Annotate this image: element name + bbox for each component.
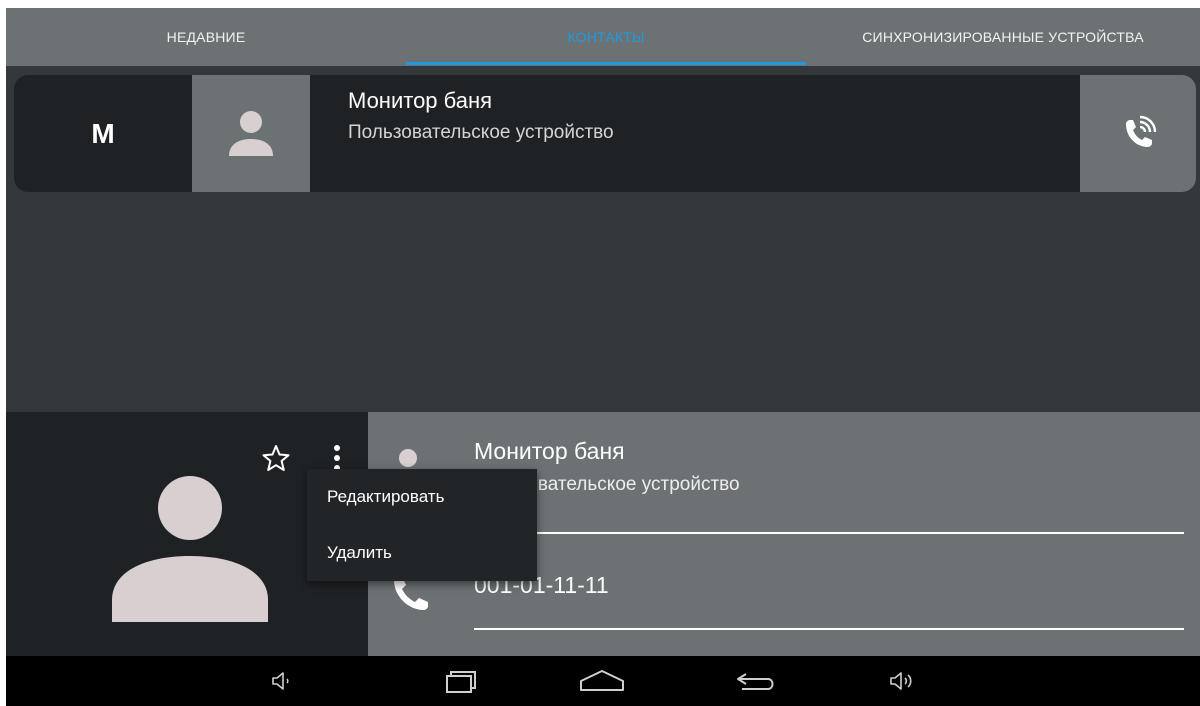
screen: НЕДАВНИЕ КОНТАКТЫ СИНХРОНИЗИРОВАННЫЕ УСТ… xyxy=(6,8,1200,706)
contact-list-item[interactable]: М Монитор баня Пользовательское устройст… xyxy=(14,75,1196,192)
home-button[interactable] xyxy=(572,656,632,706)
contact-avatar xyxy=(192,75,310,192)
back-button[interactable] xyxy=(726,656,786,706)
contact-initial: М xyxy=(91,117,115,149)
phone-ringing-icon xyxy=(1126,115,1157,147)
menu-item-delete[interactable]: Удалить xyxy=(307,525,537,581)
call-button[interactable] xyxy=(1080,75,1196,192)
tab-recent[interactable]: НЕДАВНИЕ xyxy=(6,8,406,66)
person-icon xyxy=(229,110,273,156)
recent-apps-button[interactable] xyxy=(432,656,492,706)
more-vert-icon xyxy=(334,445,340,471)
star-outline-icon xyxy=(262,445,290,471)
favorite-button[interactable] xyxy=(258,440,294,476)
tab-contacts[interactable]: КОНТАКТЫ xyxy=(406,8,806,66)
contact-details-panel: Монитор баня Пользовательское устройство… xyxy=(6,412,1200,656)
large-avatar-icon xyxy=(112,476,268,622)
volume-up-icon xyxy=(890,672,912,690)
menu-item-edit[interactable]: Редактировать xyxy=(307,469,537,525)
back-icon xyxy=(737,673,774,690)
system-nav-bar xyxy=(6,656,1200,706)
volume-up-button[interactable] xyxy=(872,656,932,706)
recent-apps-icon xyxy=(446,671,476,693)
tab-synced-devices[interactable]: СИНХРОНИЗИРОВАННЫЕ УСТРОЙСТВА xyxy=(806,8,1200,66)
divider xyxy=(474,532,1184,534)
person-icon xyxy=(399,449,417,467)
contact-name: Монитор баня xyxy=(348,88,493,113)
volume-down-button[interactable] xyxy=(253,656,313,706)
tab-indicator xyxy=(406,62,806,65)
tab-bar: НЕДАВНИЕ КОНТАКТЫ СИНХРОНИЗИРОВАННЫЕ УСТ… xyxy=(6,8,1200,66)
home-icon xyxy=(580,670,624,691)
volume-down-icon xyxy=(272,672,289,690)
options-popup-menu: Редактировать Удалить xyxy=(307,469,537,581)
details-name: Монитор баня xyxy=(474,438,625,464)
contact-type: Пользовательское устройство xyxy=(348,122,614,143)
divider xyxy=(474,628,1184,630)
